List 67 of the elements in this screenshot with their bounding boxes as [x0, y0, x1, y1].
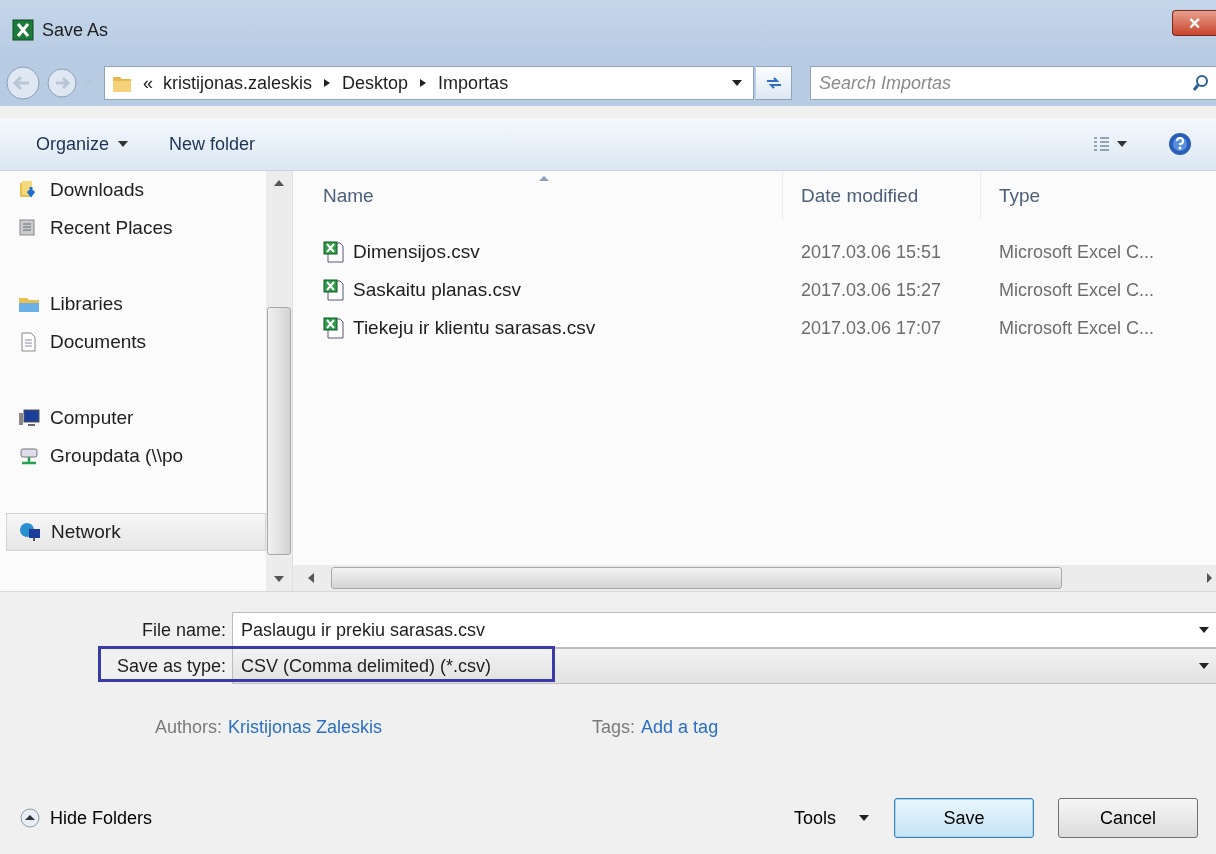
type-cell-text: Microsoft Excel C... [998, 317, 1156, 339]
breadcrumb[interactable]: Desktop [342, 72, 409, 94]
file-name[interactable]: Saskaitu planas.csv [353, 279, 521, 301]
caret-icon [1116, 139, 1128, 149]
computer-icon [18, 407, 40, 429]
field-label: Save as type: [115, 655, 227, 677]
scroll-left-icon [307, 572, 315, 584]
refresh-button[interactable] [756, 66, 792, 100]
collapse-icon [20, 808, 40, 828]
sort-ascending-icon [539, 175, 549, 181]
file-name-field[interactable]: Paslaugu ir prekiu sarasas.csv [232, 612, 1216, 648]
network-icon [19, 521, 41, 543]
network-drive-icon [18, 445, 40, 467]
window-title: Save As [42, 19, 109, 41]
breadcrumb[interactable]: kristijonas.zaleskis [163, 72, 313, 94]
column-header[interactable]: Name [293, 171, 783, 221]
authors-link[interactable]: Kristijonas Zaleskis [228, 716, 383, 738]
tools-button[interactable]: Tools [793, 807, 870, 829]
column-header[interactable]: Date modified [783, 171, 981, 221]
nav-item[interactable]: Computer [6, 399, 266, 437]
scroll-up-icon [273, 179, 285, 187]
spreadsheet-file-icon [323, 241, 345, 263]
nav-item[interactable]: Groupdata (\\po [6, 437, 266, 475]
nav-item[interactable]: Network [6, 513, 266, 551]
nav-item[interactable]: Documents [6, 323, 266, 361]
field-label: File name: [140, 619, 227, 641]
search-icon [1192, 74, 1210, 92]
horizontal-scrollbar[interactable] [293, 565, 1216, 591]
tags-link[interactable]: Add a tag [641, 716, 719, 738]
spreadsheet-app-icon [12, 19, 34, 41]
file-name[interactable]: Dimensijos.csv [353, 241, 480, 263]
caret-icon [117, 139, 130, 149]
address-bar[interactable]: « kristijonas.zaleskis Desktop Importas [104, 66, 754, 100]
spreadsheet-file-icon [323, 279, 345, 301]
date-cell-text: 2017.03.06 15:51 [800, 241, 943, 263]
vertical-scrollbar[interactable] [266, 171, 292, 591]
scroll-thumb[interactable] [267, 307, 291, 555]
organize-button[interactable]: Organize [30, 129, 136, 159]
type-cell-text: Microsoft Excel C... [998, 241, 1156, 263]
scroll-right-icon [1206, 572, 1212, 584]
dropdown-icon [731, 78, 743, 88]
spreadsheet-file-icon [323, 317, 345, 339]
save-button[interactable]: Save [894, 798, 1034, 838]
authors-label: Authors: [153, 716, 223, 738]
hide-folders-button[interactable]: Hide Folders [20, 807, 153, 829]
nav-item[interactable]: Downloads [6, 171, 266, 209]
new-folder-button[interactable]: New folder [163, 129, 262, 159]
date-cell-text: 2017.03.06 15:27 [800, 279, 943, 301]
date-cell-text: 2017.03.06 17:07 [800, 317, 943, 339]
scroll-down-icon [273, 575, 285, 583]
nav-item[interactable]: Recent Places [6, 209, 266, 247]
file-name[interactable]: Tiekeju ir klientu sarasas.csv [353, 317, 596, 339]
list-view-icon [1092, 135, 1110, 153]
scroll-thumb[interactable] [331, 567, 1062, 589]
dropdown-icon [1198, 661, 1210, 671]
type-dropdown[interactable]: CSV (Comma delimited) (*.csv) [232, 648, 1216, 684]
cancel-button[interactable]: Cancel [1058, 798, 1198, 838]
column-header[interactable]: Type [981, 171, 1216, 221]
breadcrumb[interactable]: Importas [438, 72, 509, 94]
caret-icon [858, 813, 870, 823]
search-field[interactable]: Search Importas [810, 66, 1216, 100]
help-icon [1168, 132, 1192, 156]
tags-label: Tags: [592, 716, 637, 738]
breadcrumb-overflow[interactable]: « [143, 72, 153, 94]
nav-item[interactable]: Libraries [6, 285, 266, 323]
dropdown-icon [1198, 625, 1210, 635]
type-cell-text: Microsoft Excel C... [998, 279, 1156, 301]
